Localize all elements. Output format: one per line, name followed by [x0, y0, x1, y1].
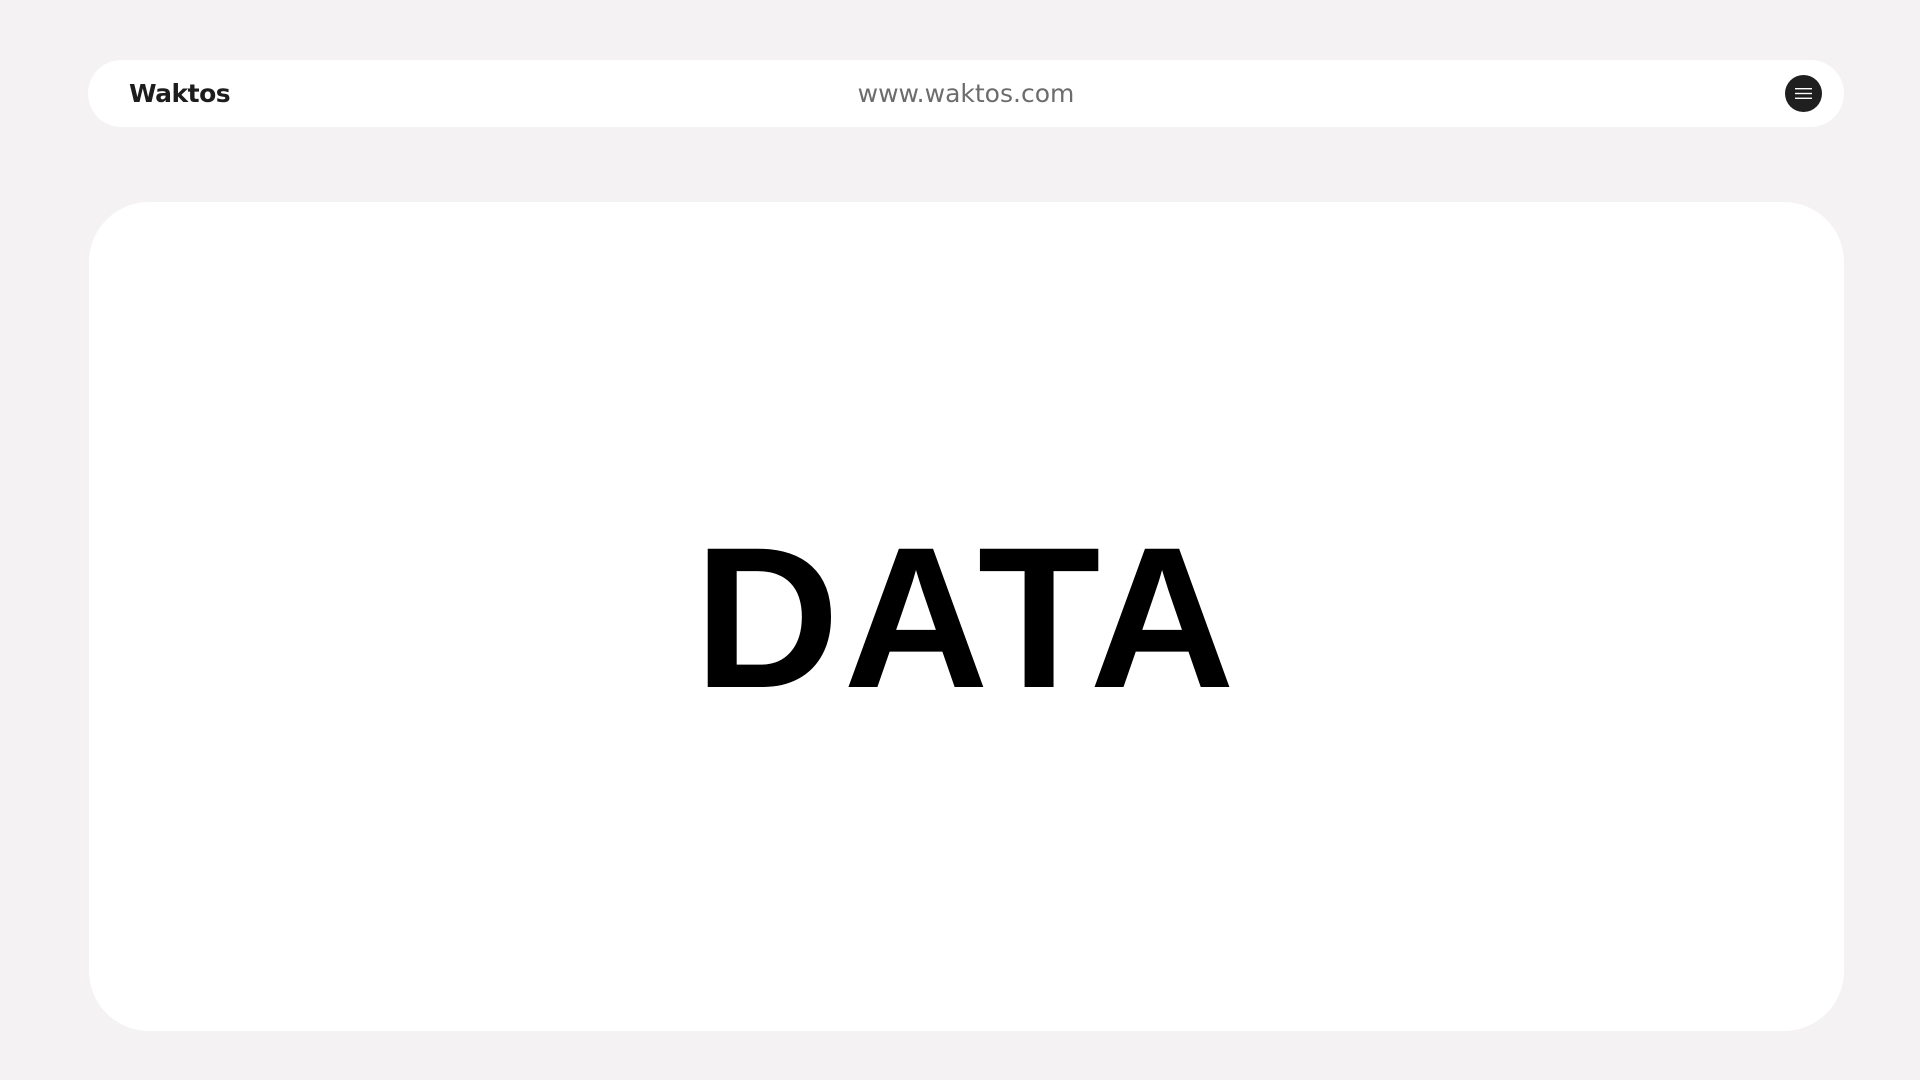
hero-card: DATA	[89, 202, 1844, 1031]
hamburger-menu-icon	[1795, 88, 1812, 99]
menu-button[interactable]	[1785, 75, 1822, 112]
site-url-container: www.waktos.com	[88, 60, 1844, 127]
hero-headline: DATA	[694, 505, 1239, 730]
brand-logo-text[interactable]: Waktos	[129, 60, 231, 127]
site-url[interactable]: www.waktos.com	[858, 79, 1075, 108]
top-navigation-bar: Waktos www.waktos.com	[88, 60, 1844, 127]
